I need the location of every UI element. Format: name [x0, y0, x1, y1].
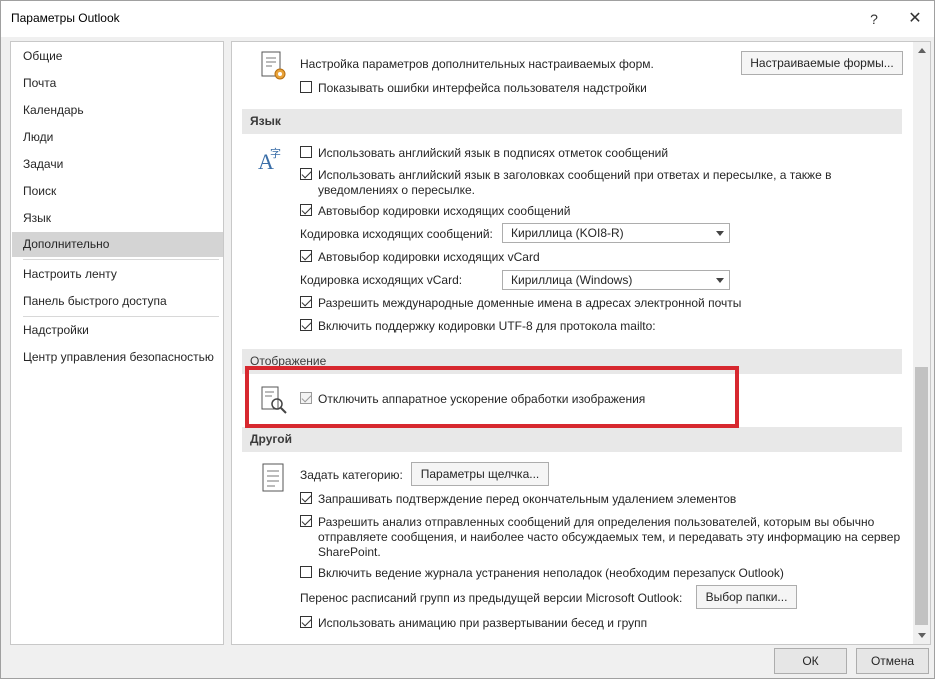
chevron-down-icon [716, 231, 724, 236]
form-settings-icon [261, 51, 286, 80]
auto-vcard-encoding-checkbox[interactable] [300, 250, 312, 262]
english-flags-checkbox-row[interactable]: Использовать английский язык в подписях … [300, 143, 668, 161]
sidebar-item-tasks[interactable]: Задачи [12, 152, 223, 177]
sidebar-item-trust-center[interactable]: Центр управления безопасностью [12, 345, 223, 370]
sidebar-item-addins[interactable]: Надстройки [12, 318, 223, 343]
animate-expand-checkbox-row[interactable]: Использовать анимацию при развертывании … [300, 613, 647, 631]
english-flags-checkbox[interactable] [300, 146, 312, 158]
scroll-up-arrow-icon[interactable] [913, 42, 930, 59]
cancel-button[interactable]: Отмена [856, 648, 929, 674]
sidebar-item-calendar[interactable]: Календарь [12, 98, 223, 123]
dialog-title: Параметры Outlook [11, 11, 120, 25]
scroll-thumb[interactable] [915, 367, 928, 625]
sidebar-divider [23, 316, 219, 317]
click-options-button[interactable]: Параметры щелчка... [411, 462, 549, 486]
utf8-mailto-checkbox[interactable] [300, 319, 312, 331]
auto-vcard-encoding-checkbox-row[interactable]: Автовыбор кодировки исходящих vCard [300, 247, 540, 265]
utf8-mailto-checkbox-row[interactable]: Включить поддержку кодировки UTF-8 для п… [300, 316, 656, 334]
migrate-schedules-label: Перенос расписаний групп из предыдущей в… [300, 590, 683, 605]
show-addin-errors-checkbox-row[interactable]: Показывать ошибки интерфейса пользовател… [300, 78, 647, 96]
analyze-sent-label-continued: SharePoint. [318, 544, 381, 559]
analyze-sent-label-continued: отправляете сообщения, и наиболее часто … [318, 529, 901, 544]
sidebar-item-advanced[interactable]: Дополнительно [12, 232, 223, 257]
troubleshoot-logging-checkbox-row[interactable]: Включить ведение журнала устранения непо… [300, 563, 784, 581]
vcard-encoding-label: Кодировка исходящих vCard: [300, 272, 463, 287]
auto-encoding-checkbox-row[interactable]: Автовыбор кодировки исходящих сообщений [300, 201, 570, 219]
confirm-delete-checkbox[interactable] [300, 492, 312, 504]
idn-checkbox[interactable] [300, 296, 312, 308]
sidebar-item-people[interactable]: Люди [12, 125, 223, 150]
section-header-language: Язык [242, 109, 902, 134]
outgoing-encoding-select[interactable]: Кириллица (KOI8-R) [502, 223, 730, 243]
scroll-down-arrow-icon[interactable] [913, 627, 930, 644]
language-icon: A 字 [258, 146, 281, 174]
options-sidebar: Общие Почта Календарь Люди Задачи Поиск … [10, 41, 224, 645]
set-category-label: Задать категорию: [300, 467, 403, 482]
custom-forms-button[interactable]: Настраиваемые формы... [741, 51, 903, 75]
chevron-down-icon [716, 278, 724, 283]
idn-checkbox-row[interactable]: Разрешить международные доменные имена в… [300, 293, 741, 311]
highlight-annotation [245, 366, 739, 428]
close-button[interactable]: ✕ [901, 7, 929, 31]
advanced-options-panel: Настройка параметров дополнительных наст… [231, 41, 931, 645]
svg-text:字: 字 [270, 146, 281, 160]
sidebar-item-quick-access-toolbar[interactable]: Панель быстрого доступа [12, 289, 223, 314]
outgoing-encoding-label: Кодировка исходящих сообщений: [300, 226, 493, 241]
title-bar: Параметры Outlook ? ✕ [1, 1, 934, 37]
sidebar-item-language[interactable]: Язык [12, 206, 223, 231]
select-folder-button[interactable]: Выбор папки... [696, 585, 797, 609]
english-headers-label-continued: уведомлениях о пересылке. [318, 182, 475, 197]
sidebar-item-customize-ribbon[interactable]: Настроить ленту [12, 262, 223, 287]
show-addin-errors-checkbox[interactable] [300, 81, 312, 93]
ok-button[interactable]: ОК [774, 648, 847, 674]
troubleshoot-logging-checkbox[interactable] [300, 566, 312, 578]
sidebar-item-general[interactable]: Общие [12, 44, 223, 69]
english-headers-checkbox[interactable] [300, 168, 312, 180]
animate-expand-checkbox[interactable] [300, 616, 312, 628]
sidebar-item-mail[interactable]: Почта [12, 71, 223, 96]
sidebar-item-search[interactable]: Поиск [12, 179, 223, 204]
vcard-encoding-select[interactable]: Кириллица (Windows) [502, 270, 730, 290]
sidebar-divider [23, 259, 219, 260]
confirm-delete-checkbox-row[interactable]: Запрашивать подтверждение перед окончате… [300, 489, 736, 507]
document-list-icon [262, 463, 284, 492]
analyze-sent-checkbox[interactable] [300, 515, 312, 527]
content-scrollbar[interactable] [913, 42, 930, 644]
outlook-options-dialog: Параметры Outlook ? ✕ Общие Почта Календ… [0, 0, 935, 679]
auto-encoding-checkbox[interactable] [300, 204, 312, 216]
custom-forms-description: Настройка параметров дополнительных наст… [300, 56, 654, 71]
section-header-other: Другой [242, 427, 902, 452]
help-button[interactable]: ? [860, 7, 888, 31]
